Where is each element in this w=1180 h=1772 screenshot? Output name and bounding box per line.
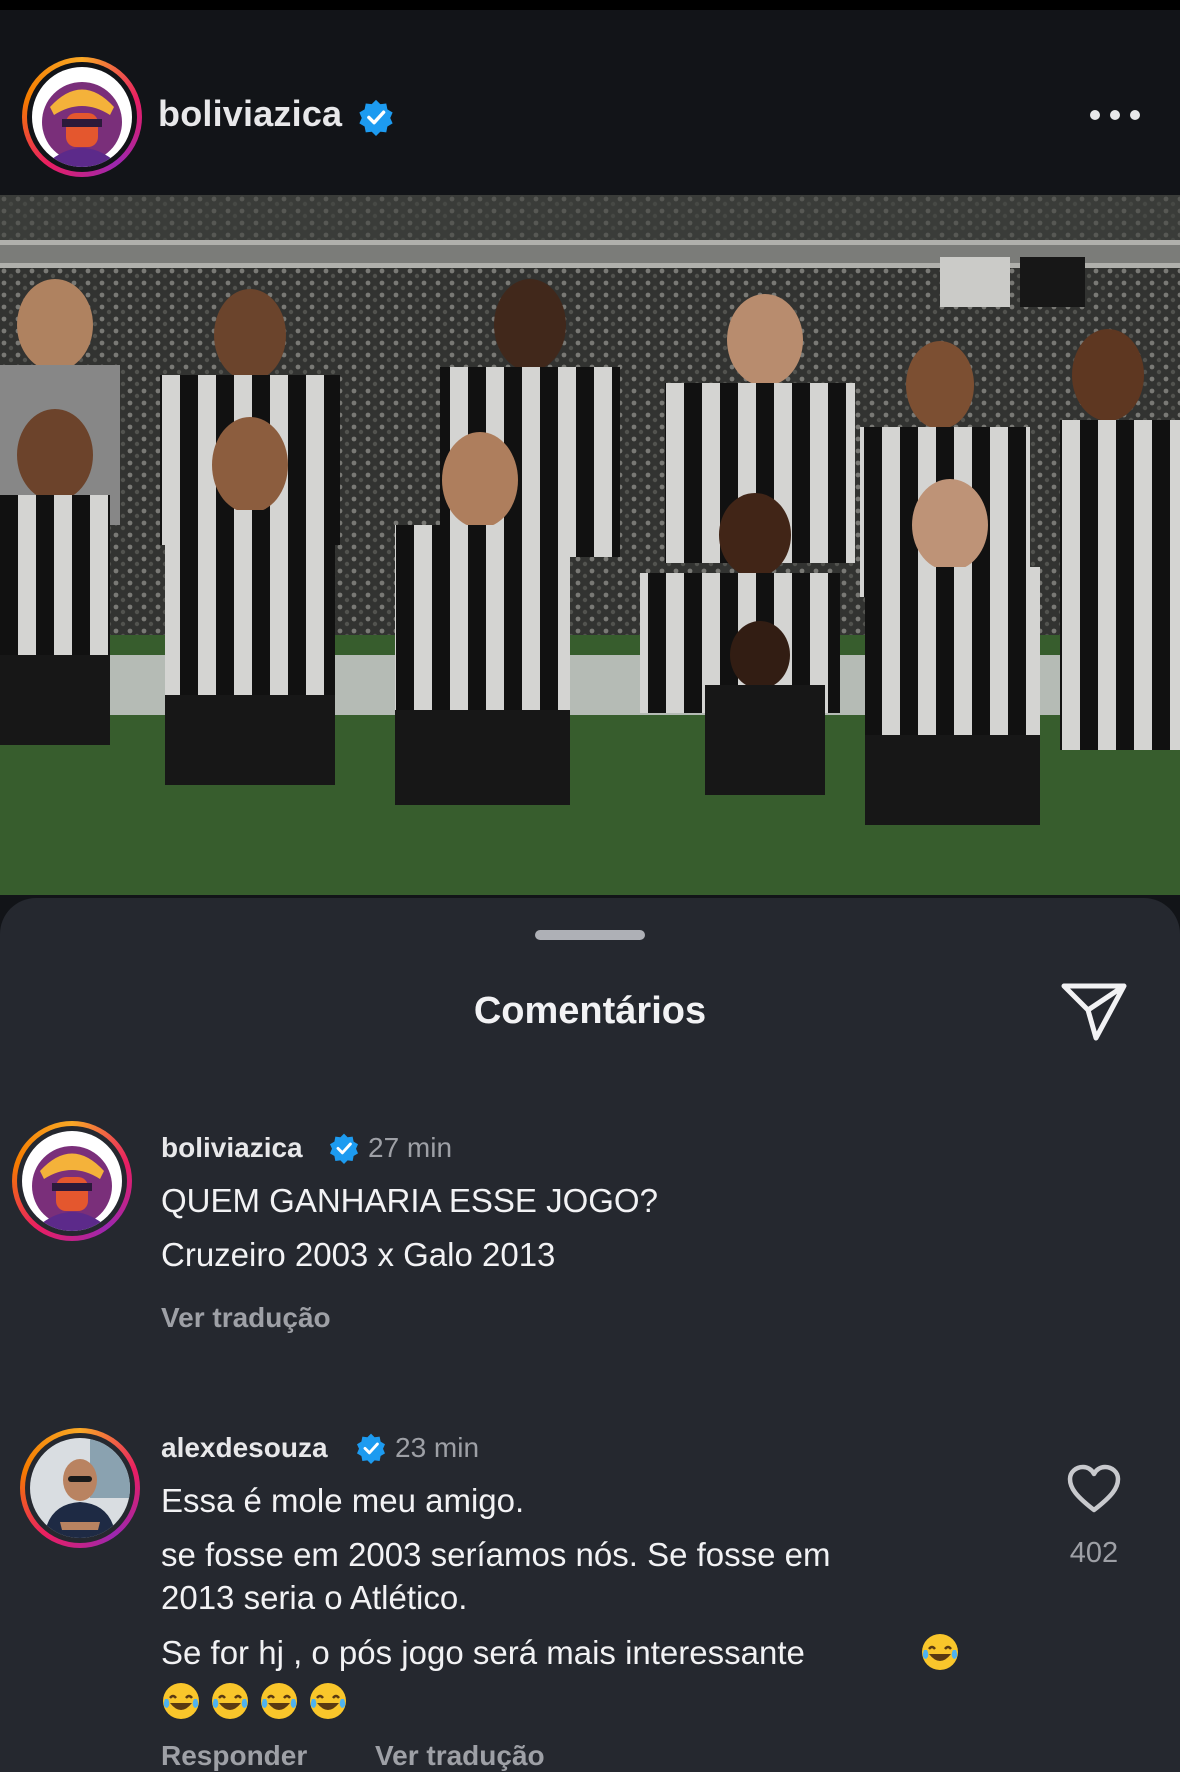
post-header: boliviazica: [0, 0, 1180, 195]
laughing-tears-emoji: [261, 1683, 297, 1719]
post-author-username[interactable]: boliviazica: [158, 93, 342, 135]
send-icon[interactable]: [1058, 978, 1130, 1044]
laughing-tears-emoji: [212, 1683, 248, 1719]
comment-avatar[interactable]: [12, 1121, 132, 1241]
verified-badge-icon: [355, 1432, 387, 1464]
comment-text-line: QUEM GANHARIA ESSE JOGO?: [161, 1182, 658, 1219]
comment-text-line: 2013 seria o Atlético.: [161, 1579, 468, 1616]
laughing-tears-emoji: [920, 1632, 969, 1672]
see-translation-link[interactable]: Ver tradução: [161, 1302, 331, 1334]
reply-link[interactable]: Responder: [161, 1740, 307, 1772]
more-options-icon[interactable]: [1080, 100, 1150, 130]
like-count: 402: [1069, 1537, 1119, 1569]
verified-badge-icon: [328, 1132, 360, 1164]
comment-text-line: Se for hj , o pós jogo será mais interes…: [161, 1634, 805, 1671]
comments-title: Comentários: [473, 990, 707, 1032]
comment-text-line: se fosse em 2003 seríamos nós. Se fosse …: [161, 1536, 831, 1573]
emoji-row: [161, 1681, 357, 1725]
status-strip: [0, 0, 1180, 10]
laughing-tears-emoji: [163, 1683, 199, 1719]
sheet-drag-handle[interactable]: [535, 930, 645, 940]
comment-text-line: Essa é mole meu amigo.: [161, 1482, 525, 1519]
comment-username[interactable]: alexdesouza: [161, 1432, 328, 1464]
post-author-avatar[interactable]: [22, 57, 142, 177]
laughing-tears-emoji: [310, 1683, 346, 1719]
post-image[interactable]: [0, 195, 1180, 895]
verified-badge-icon: [357, 98, 395, 136]
comment-timestamp: 23 min: [395, 1432, 480, 1463]
comment-timestamp: 27 min: [368, 1132, 453, 1163]
comment-username[interactable]: boliviazica: [161, 1132, 303, 1164]
heart-icon[interactable]: [1066, 1463, 1122, 1515]
comment-text-line: Cruzeiro 2003 x Galo 2013: [161, 1236, 556, 1273]
comment-avatar[interactable]: [20, 1428, 140, 1548]
see-translation-link[interactable]: Ver tradução: [375, 1740, 545, 1772]
